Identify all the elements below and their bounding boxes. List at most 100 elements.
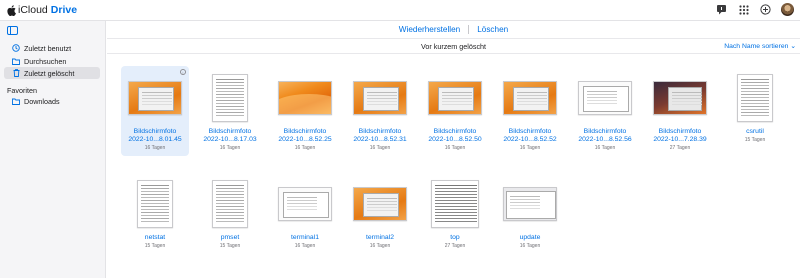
- file-name-line2: 2022-10...7.28.39: [653, 136, 707, 143]
- file-age: 16 Tagen: [369, 243, 391, 249]
- file-name-line1: Bildschirmfoto: [133, 128, 177, 135]
- file-age: 16 Tagen: [294, 145, 316, 151]
- brand-drive: Drive: [50, 4, 78, 16]
- file-name: Bildschirmfoto 2022-10...8.17.03: [196, 128, 264, 144]
- file-age: 16 Tagen: [594, 145, 616, 151]
- file-name-line1: terminal2: [366, 234, 394, 241]
- file-thumbnail: [202, 72, 258, 124]
- file-age: 27 Tagen: [669, 145, 691, 151]
- thumbnail-image: [431, 180, 479, 228]
- file-age: 16 Tagen: [144, 145, 166, 151]
- file-age: 27 Tagen: [444, 243, 466, 249]
- file-name: Bildschirmfoto 2022-10...8.52.52: [496, 128, 564, 144]
- thumbnail-image: [128, 81, 182, 115]
- file-name-line2: 2022-10...8.52.25: [278, 136, 332, 143]
- view-title: Vor kurzem gelöscht: [107, 40, 800, 54]
- file-item[interactable]: Bildschirmfoto 2022-10...8.52.56 16 Tagen: [571, 66, 639, 156]
- file-item[interactable]: Bildschirmfoto 2022-10...7.28.39 27 Tagen: [646, 66, 714, 156]
- file-thumbnail: [277, 72, 333, 124]
- file-item[interactable]: terminal1 16 Tagen: [271, 172, 339, 262]
- file-name: csrutil: [721, 128, 789, 136]
- sidebar-item-downloads[interactable]: Downloads: [4, 95, 100, 107]
- sidebar-item-recent[interactable]: Zuletzt benutzt: [4, 42, 100, 54]
- thumbnail-image: [578, 81, 632, 115]
- top-bar: iCloud Drive: [0, 0, 800, 21]
- file-item[interactable]: top 27 Tagen: [421, 172, 489, 262]
- file-item[interactable]: i Bildschirmfoto 2022-10...8.01.45 16 Tagen: [121, 66, 189, 156]
- notes-icon[interactable]: [715, 3, 728, 16]
- thumbnail-image: [212, 180, 248, 228]
- file-item[interactable]: Bildschirmfoto 2022-10...8.52.31 16 Tagen: [346, 66, 414, 156]
- file-item[interactable]: Bildschirmfoto 2022-10...8.52.50 16 Tagen: [421, 66, 489, 156]
- file-item[interactable]: Bildschirmfoto 2022-10...8.52.25 16 Tagen: [271, 66, 339, 156]
- trash-icon: [12, 69, 20, 77]
- avatar[interactable]: [781, 3, 794, 16]
- file-thumbnail: [352, 178, 408, 230]
- sidebar-toggle-icon[interactable]: [7, 26, 18, 35]
- file-age: 15 Tagen: [744, 137, 766, 143]
- file-name-line1: Bildschirmfoto: [283, 128, 327, 135]
- file-thumbnail: [427, 72, 483, 124]
- restore-button[interactable]: Wiederherstellen: [399, 25, 460, 34]
- file-thumbnail: [127, 72, 183, 124]
- file-age: 16 Tagen: [369, 145, 391, 151]
- sidebar-item-recently-deleted[interactable]: Zuletzt gelöscht: [4, 67, 100, 79]
- file-thumbnail: [577, 72, 633, 124]
- sidebar-item-label: Durchsuchen: [24, 56, 67, 66]
- file-name-line1: terminal1: [291, 234, 319, 241]
- file-thumbnail: [202, 178, 258, 230]
- file-name: terminal2: [346, 234, 414, 242]
- main-content: Wiederherstellen Löschen Vor kurzem gelö…: [107, 21, 800, 278]
- file-age: 15 Tagen: [144, 243, 166, 249]
- file-item[interactable]: terminal2 16 Tagen: [346, 172, 414, 262]
- file-name: update: [496, 234, 564, 242]
- delete-button[interactable]: Löschen: [477, 25, 508, 34]
- thumbnail-image: [278, 81, 332, 115]
- file-thumbnail: [502, 178, 558, 230]
- thumbnail-image: [278, 187, 332, 221]
- file-item[interactable]: Bildschirmfoto 2022-10...8.17.03 16 Tagen: [196, 66, 264, 156]
- thumbnail-image: [503, 187, 557, 221]
- file-name-line1: Bildschirmfoto: [583, 128, 627, 135]
- file-thumbnail: [277, 178, 333, 230]
- file-name-line1: Bildschirmfoto: [433, 128, 477, 135]
- file-age: 15 Tagen: [219, 243, 241, 249]
- file-name-line1: netstat: [144, 234, 166, 241]
- thumbnail-image: [353, 187, 407, 221]
- sort-label: Nach Name sortieren: [724, 43, 789, 50]
- file-name-line1: Bildschirmfoto: [208, 128, 252, 135]
- file-name: Bildschirmfoto 2022-10...8.52.56: [571, 128, 639, 144]
- app-brand[interactable]: iCloud Drive: [7, 4, 77, 16]
- action-bar: Wiederherstellen Löschen: [107, 21, 800, 39]
- file-age: 16 Tagen: [519, 145, 541, 151]
- chevron-down-icon: ⌄: [790, 43, 796, 50]
- divider: [468, 25, 470, 34]
- add-icon[interactable]: [759, 3, 772, 16]
- file-name-line2: 2022-10...8.52.52: [503, 136, 557, 143]
- file-name-line1: pmset: [220, 234, 240, 241]
- file-age: 16 Tagen: [219, 145, 241, 151]
- file-name: Bildschirmfoto 2022-10...7.28.39: [646, 128, 714, 144]
- file-age: 16 Tagen: [444, 145, 466, 151]
- sidebar: Zuletzt benutzt Durchsuchen Zuletzt gelö…: [0, 21, 106, 278]
- file-name-line1: Bildschirmfoto: [508, 128, 552, 135]
- file-name: Bildschirmfoto 2022-10...8.01.45: [121, 128, 189, 144]
- file-item[interactable]: netstat 15 Tagen: [121, 172, 189, 262]
- thumbnail-image: [428, 81, 482, 115]
- thumbnail-image: [737, 74, 773, 122]
- folder-icon: [12, 57, 20, 65]
- apps-grid-icon[interactable]: [737, 3, 750, 16]
- file-item[interactable]: update 16 Tagen: [496, 172, 564, 262]
- file-item[interactable]: pmset 15 Tagen: [196, 172, 264, 262]
- file-item[interactable]: csrutil 15 Tagen: [721, 66, 789, 156]
- file-name-line1: top: [450, 234, 460, 241]
- sidebar-item-browse[interactable]: Durchsuchen: [4, 55, 100, 67]
- file-name: pmset: [196, 234, 264, 242]
- file-name: top: [421, 234, 489, 242]
- sort-dropdown[interactable]: Nach Name sortieren ⌄: [724, 42, 796, 50]
- thumbnail-image: [503, 81, 557, 115]
- file-item[interactable]: Bildschirmfoto 2022-10...8.52.52 16 Tagen: [496, 66, 564, 156]
- file-name-line1: csrutil: [746, 128, 764, 135]
- thumbnail-image: [137, 180, 173, 228]
- thumbnail-image: [353, 81, 407, 115]
